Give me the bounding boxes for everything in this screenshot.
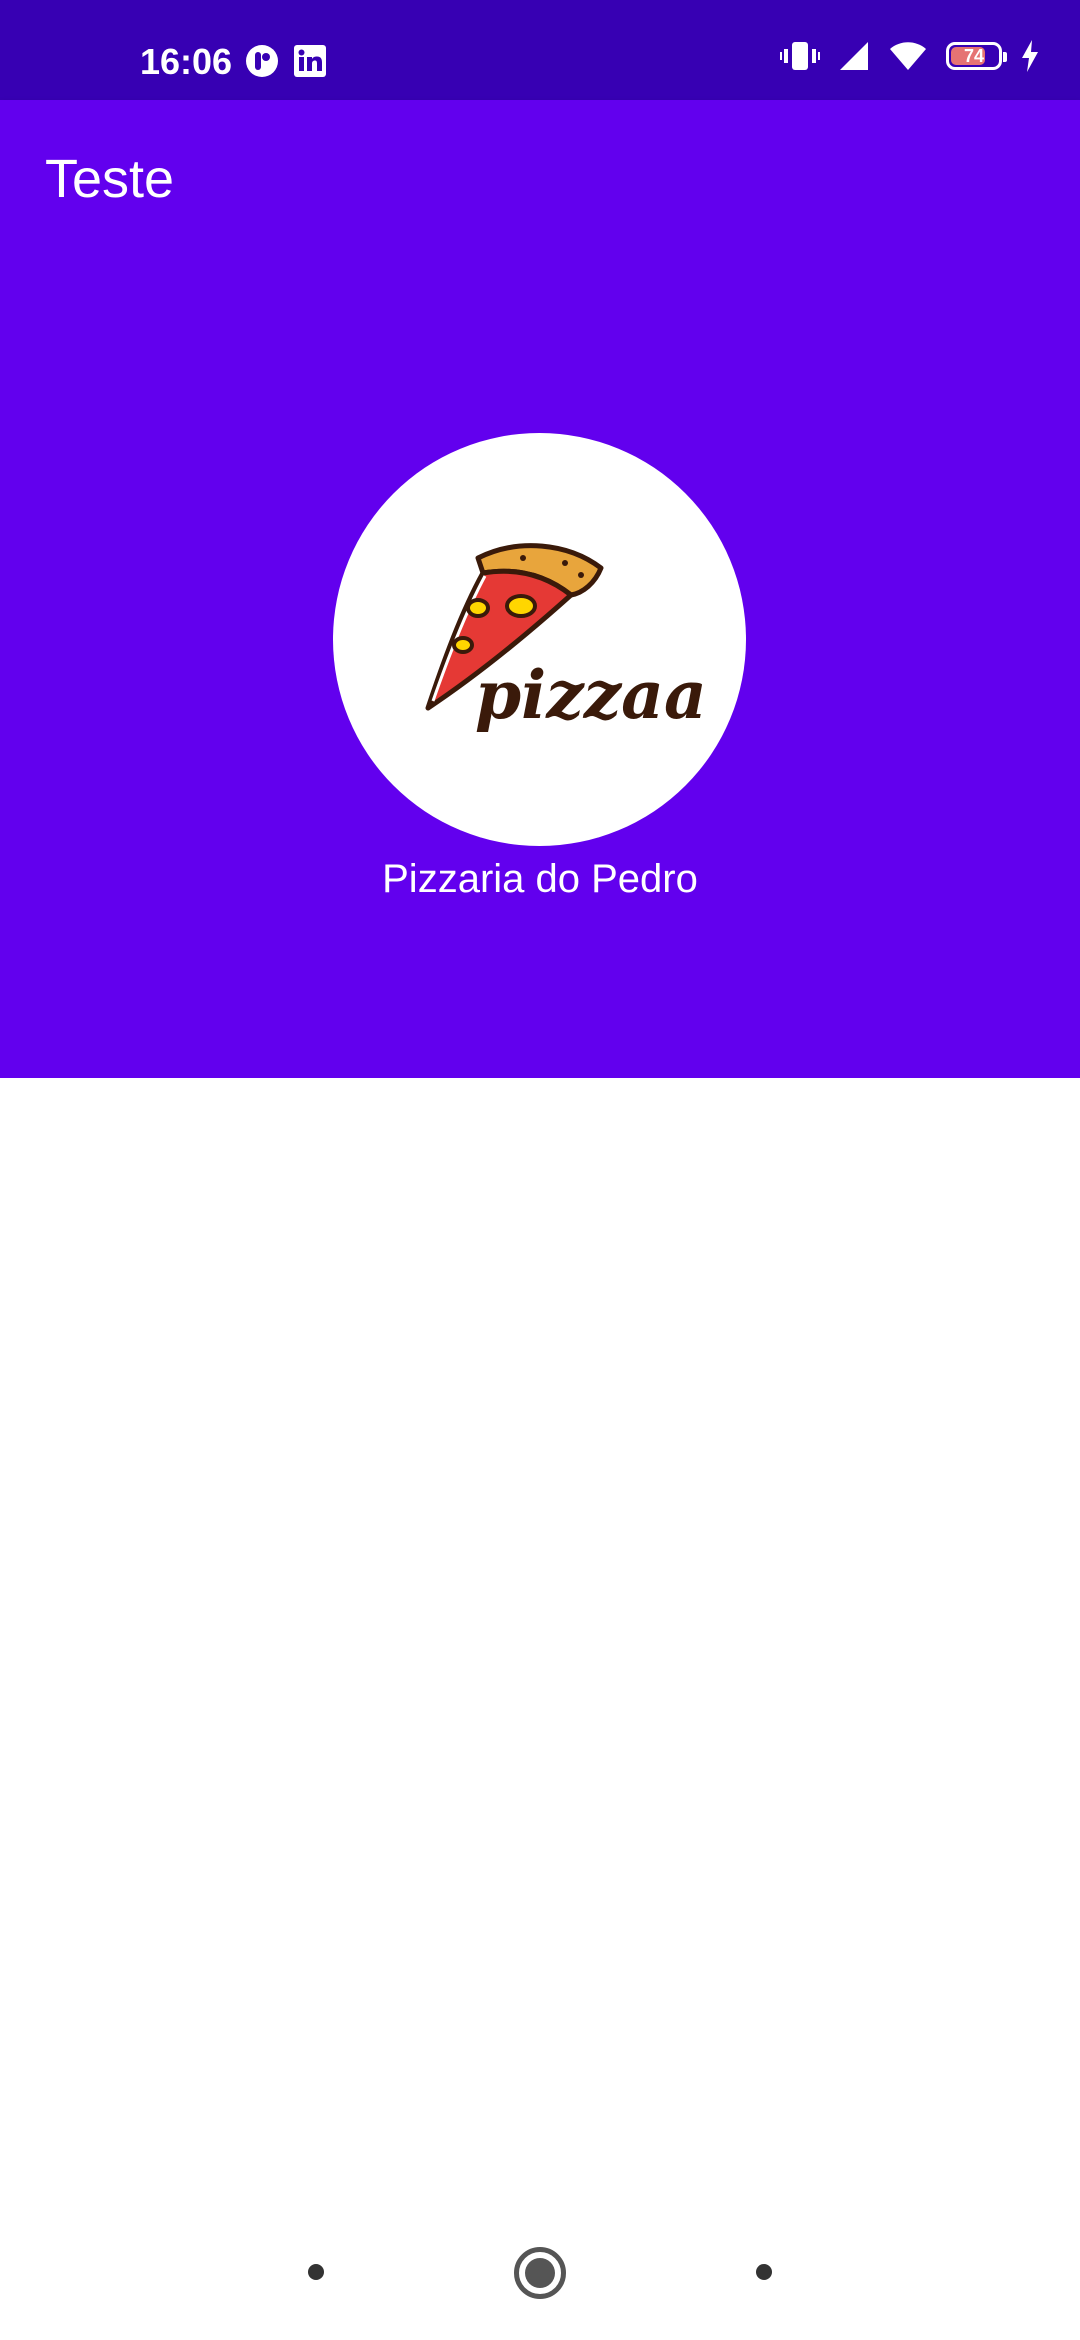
vibrate-icon — [780, 42, 820, 70]
pizza-slice-icon: pizzaa — [425, 543, 707, 734]
home-icon — [525, 2258, 555, 2288]
status-system-icons: 74 — [780, 40, 1040, 72]
battery-level: 74 — [963, 46, 985, 66]
status-bar: 16:06 74 — [0, 0, 1080, 100]
signal-icon — [840, 42, 868, 70]
nav-home-button[interactable] — [514, 2247, 566, 2299]
battery-icon: 74 — [946, 42, 1007, 70]
nav-recents-button[interactable] — [756, 2264, 772, 2280]
charging-icon — [1022, 40, 1038, 72]
page-title: Teste — [45, 149, 175, 209]
store-header: pizzaa Pizzaria do Pedro — [0, 256, 1080, 1078]
logo-text: pizzaa — [475, 656, 707, 734]
battery-nub — [1003, 52, 1007, 62]
store-name: Pizzaria do Pedro — [382, 857, 698, 901]
nav-back-button[interactable] — [308, 2264, 324, 2280]
linkedin-icon — [294, 45, 326, 77]
status-time: 16:06 — [140, 41, 233, 82]
store-logo[interactable]: pizzaa — [333, 433, 746, 846]
app-bar: Teste — [0, 100, 1080, 256]
wifi-icon — [890, 42, 926, 70]
notification-app-icon — [246, 45, 278, 77]
status-notification-icons — [245, 44, 327, 78]
